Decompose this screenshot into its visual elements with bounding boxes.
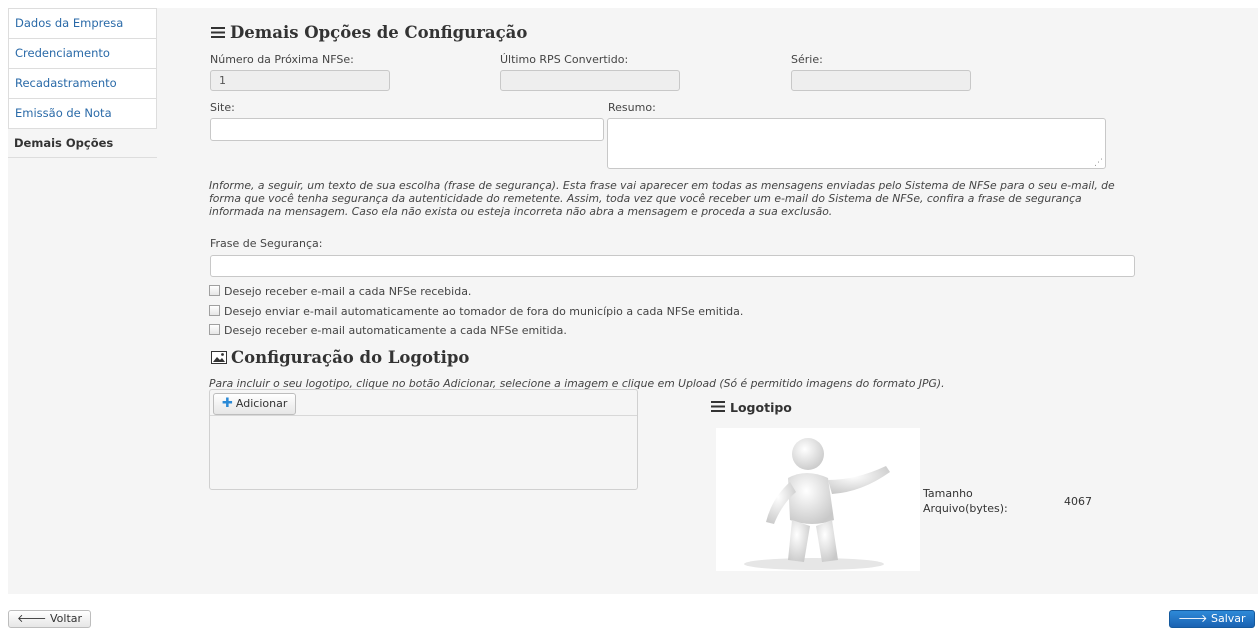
info-paragraph: Informe, a seguir, um texto de sua escol… — [209, 179, 1115, 218]
logo-section-title-text: Configuração do Logotipo — [231, 348, 470, 367]
save-button-label: Salvar — [1211, 612, 1246, 625]
tab-emissao-nota[interactable]: Emissão de Nota — [8, 98, 157, 128]
resumo-textarea[interactable] — [607, 118, 1106, 169]
list-icon — [211, 27, 225, 38]
person-figure-image — [744, 438, 890, 570]
logo-image — [716, 428, 920, 571]
checkbox-emitida[interactable] — [209, 324, 220, 335]
tab-demais-opcoes[interactable]: Demais Opções — [8, 128, 157, 158]
checkbox-recebida[interactable] — [209, 285, 220, 296]
tab-recadastramento[interactable]: Recadastramento — [8, 68, 157, 98]
checkbox-tomador[interactable] — [209, 305, 220, 316]
size-label: Tamanho Arquivo(bytes): — [923, 487, 1008, 515]
checkbox-recebida-label: Desejo receber e-mail a cada NFSe recebi… — [224, 285, 472, 298]
back-button[interactable]: 🡐 Voltar — [8, 610, 92, 628]
logo-section-title: Configuração do Logotipo — [211, 348, 469, 367]
numero-field[interactable]: 1 — [210, 70, 390, 91]
tab-credenciamento[interactable]: Credenciamento — [8, 38, 157, 68]
serie-field[interactable] — [791, 70, 971, 91]
frase-label: Frase de Segurança: — [210, 237, 323, 250]
add-button-label: Adicionar — [235, 397, 288, 410]
logo-preview-title-text: Logotipo — [730, 400, 792, 415]
ultimo-rps-label: Último RPS Convertido: — [500, 53, 629, 66]
back-button-label: Voltar — [50, 612, 83, 625]
add-button[interactable]: ✚ Adicionar — [213, 393, 297, 415]
frase-field[interactable] — [210, 255, 1135, 277]
section-title-text: Demais Opções de Configuração — [230, 23, 528, 42]
resize-handle-icon[interactable]: ⋰ — [1094, 158, 1103, 168]
logo-preview-title: Logotipo — [711, 400, 792, 415]
list-icon — [711, 401, 725, 412]
section-title: Demais Opções de Configuração — [211, 23, 527, 42]
checkbox-emitida-label: Desejo receber e-mail automaticamente a … — [224, 324, 567, 337]
arrow-right-icon: 🡒 — [1178, 612, 1208, 625]
site-field[interactable] — [210, 118, 604, 141]
resumo-label: Resumo: — [608, 101, 656, 114]
serie-label: Série: — [791, 53, 823, 66]
checkbox-row-recebida[interactable]: Desejo receber e-mail a cada NFSe recebi… — [209, 285, 471, 298]
tab-dados-empresa[interactable]: Dados da Empresa — [8, 8, 157, 38]
checkbox-row-tomador[interactable]: Desejo enviar e-mail automaticamente ao … — [209, 305, 743, 318]
sidebar-tabs: Dados da Empresa Credenciamento Recadast… — [8, 8, 157, 158]
image-icon — [211, 351, 227, 364]
plus-icon: ✚ — [222, 396, 233, 411]
checkbox-row-emitida[interactable]: Desejo receber e-mail automaticamente a … — [209, 324, 567, 337]
site-label: Site: — [210, 101, 235, 114]
checkbox-tomador-label: Desejo enviar e-mail automaticamente ao … — [224, 305, 744, 318]
ultimo-rps-field[interactable] — [500, 70, 680, 91]
size-value: 4067 — [1064, 495, 1092, 508]
save-button[interactable]: 🡒 Salvar — [1169, 610, 1255, 628]
arrow-left-icon: 🡐 — [17, 612, 47, 625]
numero-label: Número da Próxima NFSe: — [210, 53, 354, 66]
